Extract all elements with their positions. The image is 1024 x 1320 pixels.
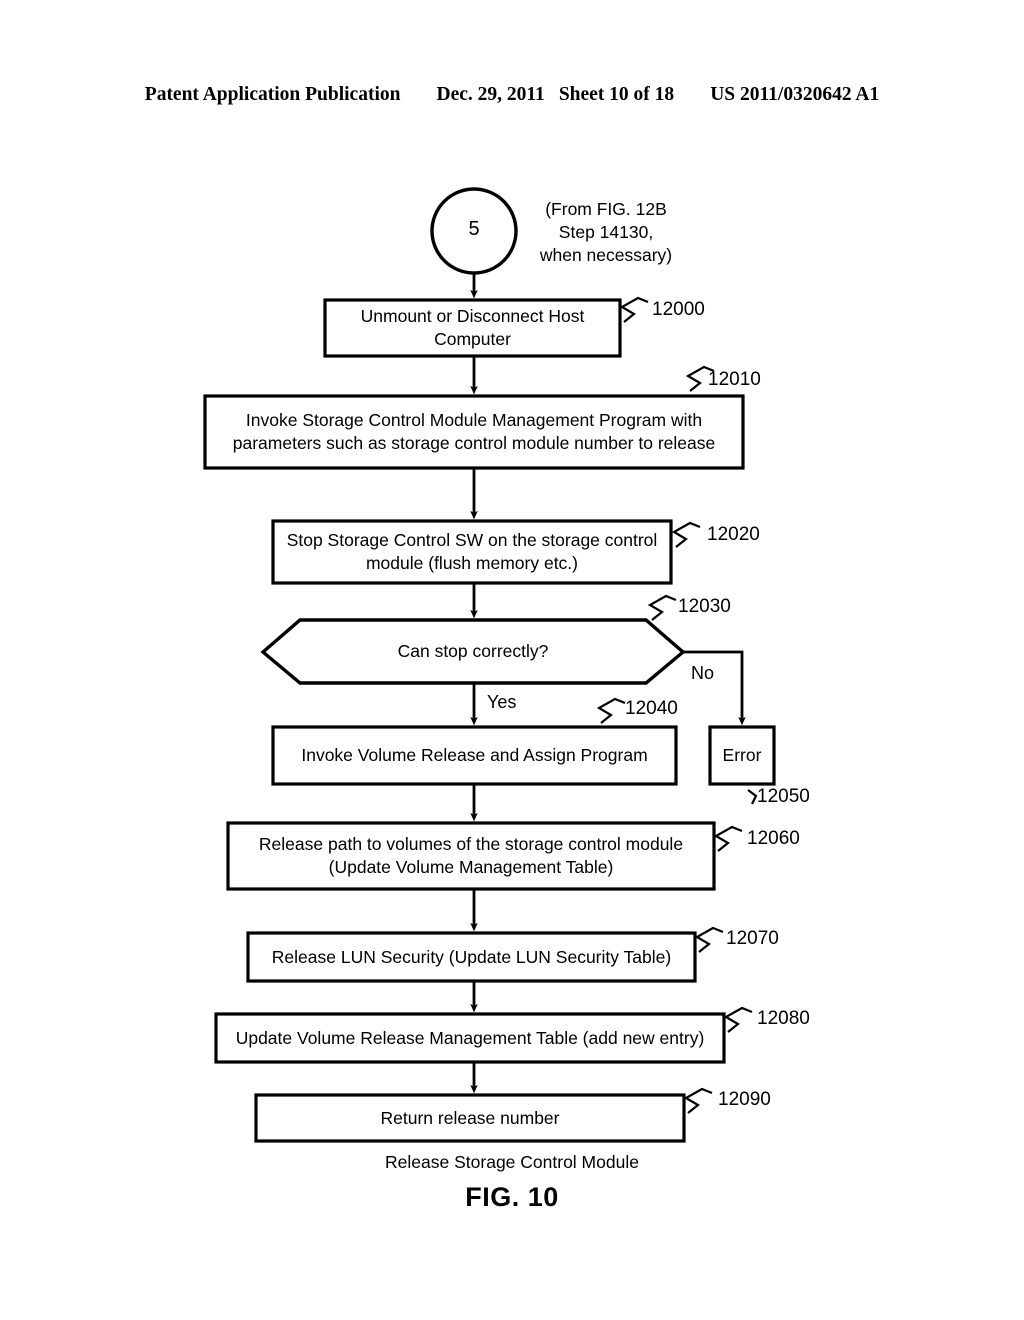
box-12070: [246, 931, 697, 983]
leader-12040: [596, 697, 626, 724]
box-12080: [214, 1012, 726, 1064]
ref-12030: 12030: [678, 596, 731, 617]
box-12050-error: [708, 725, 776, 786]
connector-source-note: (From FIG. 12B Step 14130, when necessar…: [539, 199, 673, 266]
branch-label-no: No: [691, 663, 715, 683]
box-12020: [271, 519, 673, 585]
figure-caption: Release Storage Control Module: [385, 1152, 639, 1172]
box-12090: [254, 1093, 686, 1143]
ref-12090: 12090: [718, 1089, 771, 1110]
ref-12000: 12000: [652, 299, 705, 320]
branch-label-yes: Yes: [487, 692, 517, 712]
flowchart-figure: 5 (From FIG. 12B Step 14130, when necess…: [0, 0, 1024, 1320]
ref-12050: 12050: [757, 786, 810, 807]
ref-12070: 12070: [726, 928, 779, 949]
box-12040: [271, 725, 678, 786]
leader-12070: [694, 926, 724, 953]
leader-12030: [647, 594, 677, 621]
box-12010: [203, 394, 745, 470]
ref-12040: 12040: [625, 698, 678, 719]
leader-12090: [683, 1087, 713, 1114]
leader-12000: [619, 296, 649, 323]
ref-12080: 12080: [757, 1008, 810, 1029]
leader-12050: [747, 789, 758, 805]
leader-12060: [713, 825, 743, 852]
leader-12020: [671, 521, 701, 548]
ref-12020: 12020: [707, 524, 760, 545]
flowchart-svg: [203, 187, 776, 1143]
box-12000: [323, 298, 622, 358]
box-12060: [226, 821, 716, 891]
leader-12080: [723, 1006, 753, 1033]
ref-12060: 12060: [747, 828, 800, 849]
connector-number-label: 5: [468, 218, 480, 240]
figure-number: FIG. 10: [465, 1182, 559, 1212]
decision-12030: [260, 618, 686, 685]
ref-12010: 12010: [708, 369, 761, 390]
